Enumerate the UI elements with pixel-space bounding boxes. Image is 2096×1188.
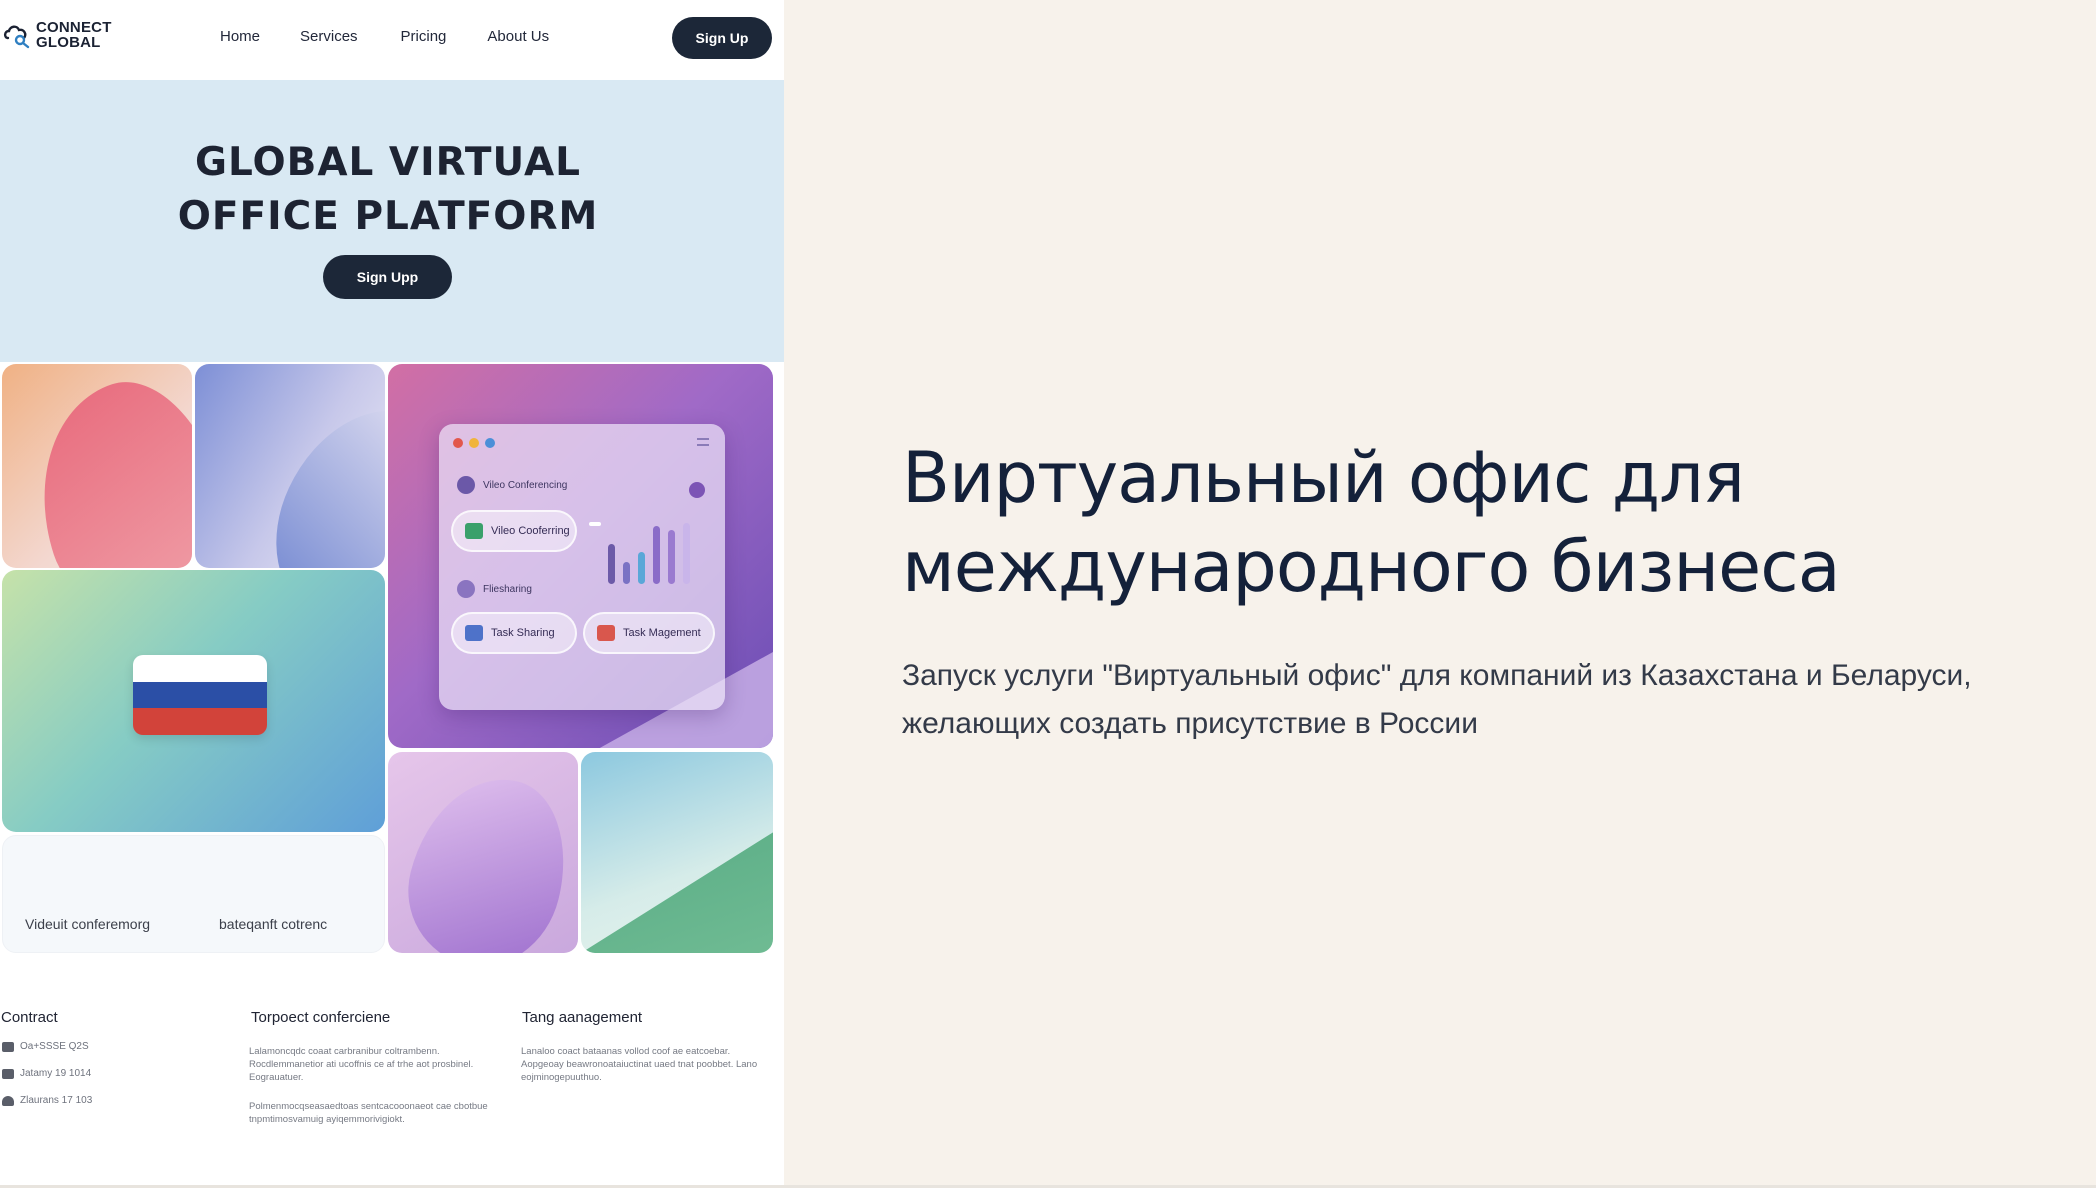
activity-bar (653, 526, 660, 584)
minimize-dot-icon[interactable] (469, 438, 479, 448)
flag-stripe-blue (133, 681, 267, 709)
gradient-tile-blue (195, 364, 385, 568)
nav-services[interactable]: Services (300, 28, 358, 45)
activity-bar (623, 562, 630, 584)
task-sharing-pill[interactable]: Task Sharing (451, 612, 577, 654)
slide-subtitle: Запуск услуги "Виртуальный офис" для ком… (902, 652, 2022, 748)
brand-logo[interactable]: CONNECT GLOBAL (2, 20, 112, 50)
footer-col3-heading: Tang aanagement (522, 1009, 643, 1026)
dashboard-window: Vileo Conferencing Vileo Cooferring Flie… (439, 424, 725, 710)
footer-contact-phone[interactable]: Oa+SSSE Q2S (2, 1041, 89, 1052)
video-icon (465, 523, 483, 539)
nav-about-us[interactable]: About Us (487, 28, 549, 45)
footer-contact-heading: Contract (1, 1009, 58, 1026)
activity-bar (638, 552, 645, 584)
footer-contact-address[interactable]: Zlaurans 17 103 (2, 1095, 92, 1106)
footer-contact-line-1: Oa+SSSE Q2S (20, 1041, 89, 1052)
activity-bar (589, 522, 601, 526)
share-icon (457, 580, 475, 598)
slide-title-line-2: международного бизнеса (902, 526, 1841, 608)
gradient-tile-teal (581, 752, 773, 953)
flag-stripe-red (133, 708, 267, 735)
phone-icon (2, 1041, 14, 1052)
play-icon[interactable] (689, 482, 705, 498)
brand-line-1: CONNECT (36, 19, 112, 36)
slide-title-line-1: Виртуальный офис для (902, 437, 1745, 519)
feature-caption-tile: Videuit conferemorg bateqanft cotrenc (2, 835, 385, 953)
menu-icon[interactable] (697, 438, 709, 446)
video-conferring-pill[interactable]: Vileo Cooferring (451, 510, 577, 552)
window-controls (453, 438, 495, 448)
nav-signup-button[interactable]: Sign Up (672, 17, 772, 59)
gradient-tile-lilac (388, 752, 578, 953)
activity-bar (668, 530, 675, 584)
activity-bar (608, 544, 615, 584)
filesharing-row: Fliesharing (457, 580, 532, 598)
footer-contact-email[interactable]: Jatamy 19 1014 (2, 1068, 91, 1079)
close-dot-icon[interactable] (453, 438, 463, 448)
website-mockup: CONNECT GLOBAL Home Services Pricing Abo… (0, 0, 784, 1188)
slide-subtitle-line-1: Запуск услуги "Виртуальный офис" для ком… (902, 659, 1972, 692)
mail-icon (2, 1068, 14, 1079)
footer-col2-paragraph-2: Polmenmocqseasaedtoas sentcacooonaeot ca… (249, 1101, 488, 1125)
hero-title-line-2: OFFICE PLATFORM (177, 194, 599, 239)
activity-bar-chart (589, 512, 709, 584)
hero-section: GLOBAL VIRTUAL OFFICE PLATFORM Sign Upp (0, 80, 784, 362)
task-management-pill[interactable]: Task Magement (583, 612, 715, 654)
slide-subtitle-line-2: желающих создать присутствие в России (902, 707, 1478, 740)
task-management-label: Task Magement (623, 627, 701, 639)
russia-flag-icon (133, 655, 267, 735)
task-sharing-label: Task Sharing (491, 627, 555, 639)
footer-col3-paragraph-1: Lanaloo coact bataanas vollod coof ae ea… (521, 1046, 758, 1083)
video-conferencing-row: Vileo Conferencing (457, 476, 567, 494)
location-icon (2, 1095, 14, 1106)
footer-col2-heading: Torpoect conferciene (251, 1009, 391, 1026)
maximize-dot-icon[interactable] (485, 438, 495, 448)
activity-bar (683, 523, 690, 584)
hero-title-line-1: GLOBAL VIRTUAL (194, 140, 582, 185)
nav-pricing[interactable]: Pricing (401, 28, 447, 45)
video-conferring-label: Vileo Cooferring (491, 525, 570, 537)
flag-tile (2, 570, 385, 832)
purple-blob-shape (392, 761, 578, 953)
nav-links: Home Services Pricing About Us (220, 28, 549, 45)
hero-title: GLOBAL VIRTUAL OFFICE PLATFORM (0, 136, 776, 244)
footer-contact-line-2: Jatamy 19 1014 (20, 1068, 92, 1079)
slide-title: Виртуальный офис для международного бизн… (902, 434, 2002, 612)
task-sharing-icon (465, 625, 483, 641)
feature-right-label: bateqanft cotrenc (219, 916, 328, 932)
hero-signup-button[interactable]: Sign Upp (323, 255, 452, 299)
connect-logo-icon (3, 25, 30, 49)
dashboard-tile: Vileo Conferencing Vileo Cooferring Flie… (388, 364, 773, 748)
brand-line-2: GLOBAL (36, 34, 101, 51)
filesharing-label: Fliesharing (483, 583, 532, 595)
feature-left-label: Videuit conferemorg (25, 916, 151, 932)
brand-name: CONNECT GLOBAL (36, 20, 112, 50)
footer-contact-line-3: Zlaurans 17 103 (20, 1095, 93, 1106)
nav-home[interactable]: Home (220, 28, 260, 45)
task-management-icon (597, 625, 615, 641)
gradient-tile-orange (2, 364, 192, 568)
footer-col2-paragraph-1: Lalamoncqdc coaat carbranibur coltramben… (249, 1046, 474, 1083)
video-conferencing-label: Vileo Conferencing (483, 479, 568, 491)
green-triangle-shape (581, 832, 773, 953)
download-icon (457, 476, 475, 494)
blue-blob-shape (246, 380, 385, 568)
flag-stripe-white (133, 655, 267, 682)
pink-blob-shape (9, 364, 192, 568)
top-nav: CONNECT GLOBAL Home Services Pricing Abo… (0, 0, 784, 80)
